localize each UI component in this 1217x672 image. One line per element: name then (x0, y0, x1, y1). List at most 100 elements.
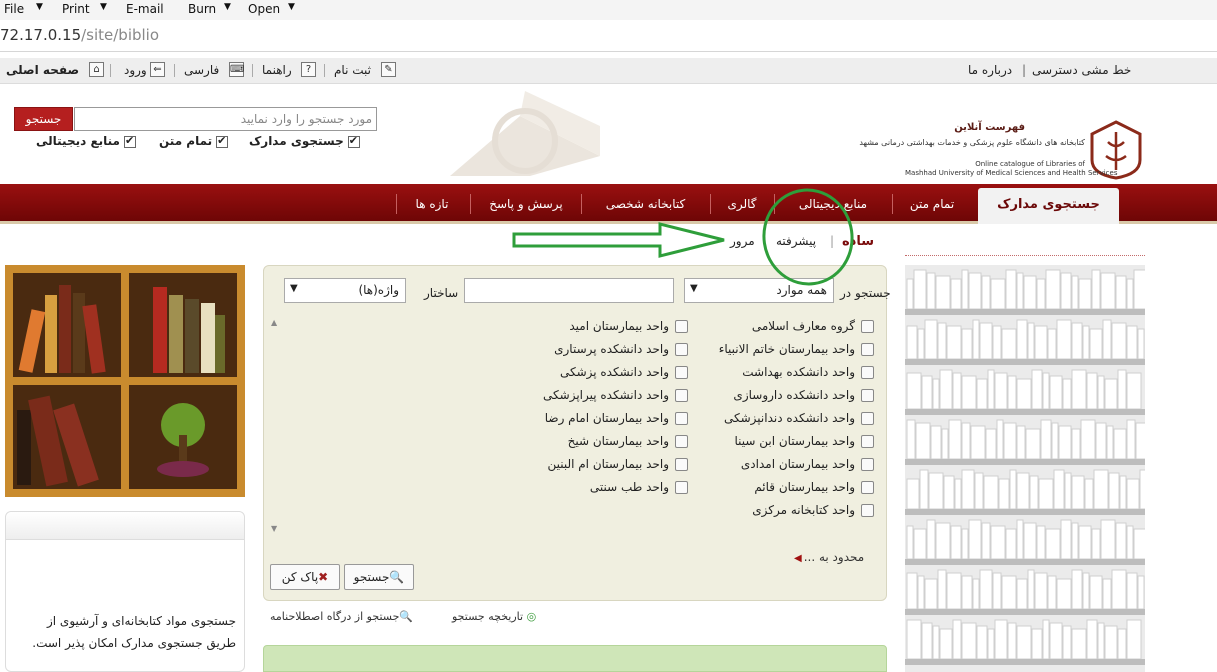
scope-fulltext[interactable]: تمام متن (159, 134, 229, 148)
chevron-down-icon[interactable]: ▼ (690, 283, 698, 294)
unit-checkbox-item[interactable]: واحد طب سنتی (590, 480, 688, 494)
chevron-down-icon[interactable]: ▼ (290, 283, 298, 294)
unit-label: واحد دانشکده پیراپزشکی (543, 388, 669, 402)
checkbox-icon[interactable] (675, 435, 688, 448)
checkbox-icon[interactable] (675, 458, 688, 471)
unit-checkbox-item[interactable]: واحد دانشکده دندانپزشکی (724, 411, 874, 425)
checkbox-icon[interactable] (861, 481, 874, 494)
tab-qa[interactable]: پرسش و پاسخ (473, 184, 579, 224)
unit-label: واحد بیمارستان امید (569, 319, 669, 333)
nav-divider (581, 194, 582, 214)
tab-personal-library[interactable]: کتابخانه شخصی (584, 184, 707, 224)
menu-burn[interactable]: Burn (188, 2, 216, 16)
logo-subtitle-fa: کتابخانه های دانشگاه علوم پزشکی و خدمات … (859, 138, 1085, 147)
scroll-up-icon[interactable]: ▲ (271, 318, 277, 327)
unit-checkbox-item[interactable]: واحد دانشکده پیراپزشکی (543, 388, 688, 402)
unit-label: واحد طب سنتی (589, 480, 669, 494)
checkbox-icon[interactable] (675, 412, 688, 425)
bookshelf-illustration (905, 265, 1145, 672)
unit-checkbox-item[interactable]: واحد بیمارستان ام البنین (547, 457, 688, 471)
checkbox-icon[interactable] (216, 134, 229, 148)
unit-checkbox-item[interactable]: واحد بیمارستان ابن سینا (734, 434, 874, 448)
checkbox-icon[interactable] (861, 504, 874, 517)
logo-title: فهرست آنلاین (954, 122, 1025, 133)
chevron-down-icon[interactable]: ▼ (288, 2, 295, 12)
unit-checkbox-item[interactable]: واحد دانشکده پزشکی (560, 365, 688, 379)
unit-checkbox-item[interactable]: واحد بیمارستان امدادی (741, 457, 874, 471)
subtab-browse[interactable]: مرور (730, 234, 755, 248)
help-icon[interactable]: ? (301, 62, 316, 77)
help-link[interactable]: راهنما (262, 63, 292, 77)
home-icon[interactable]: ⌂ (89, 62, 104, 77)
unit-label: واحد بیمارستان شیخ (567, 434, 669, 448)
history-icon: ◎ (526, 610, 537, 623)
limit-to-label[interactable]: محدود به ...◀ (794, 550, 864, 564)
checkbox-icon[interactable] (861, 366, 874, 379)
unit-label: واحد دانشکده داروسازی (733, 388, 855, 402)
checkbox-icon[interactable] (123, 134, 136, 148)
chevron-down-icon[interactable]: ▼ (224, 2, 231, 12)
login-link[interactable]: ورود (124, 63, 147, 77)
menu-email[interactable]: E-mail (126, 2, 164, 16)
clear-button[interactable]: ✖پاک کن (270, 564, 340, 590)
search-in-label: جستجو در (840, 286, 891, 300)
unit-checkbox-item[interactable]: واحد بیمارستان خاتم الانبیاء (719, 342, 874, 356)
checkbox-icon[interactable] (861, 458, 874, 471)
toolbar-divider (174, 64, 175, 77)
unit-checkbox-item[interactable]: واحد دانشکده بهداشت (742, 365, 874, 379)
unit-checkbox-item[interactable]: واحد بیمارستان امام رضا (545, 411, 688, 425)
unit-checkbox-item[interactable]: گروه معارف اسلامی (752, 319, 874, 333)
chevron-down-icon[interactable]: ▼ (36, 2, 43, 12)
unit-checkbox-item[interactable]: واحد بیمارستان قائم (754, 480, 874, 494)
toolbar-divider (252, 64, 253, 77)
search-button[interactable]: جستجو (14, 107, 73, 131)
checkbox-icon[interactable] (675, 366, 688, 379)
chevron-down-icon[interactable]: ▼ (100, 2, 107, 12)
scope-digital[interactable]: منابع دیجیتالی (36, 134, 136, 148)
triangle-left-icon[interactable]: ◀ (794, 553, 802, 564)
checkbox-icon[interactable] (861, 389, 874, 402)
about-link[interactable]: درباره ما (968, 63, 1012, 77)
unit-checkbox-item[interactable]: واحد دانشکده داروسازی (733, 388, 874, 402)
checkbox-icon[interactable] (675, 343, 688, 356)
scope-documents[interactable]: جستجوی مدارک (249, 134, 360, 148)
checkbox-icon[interactable] (861, 320, 874, 333)
checkbox-icon[interactable] (347, 134, 360, 148)
register-link[interactable]: ثبت نام (334, 63, 371, 77)
checkbox-icon[interactable] (675, 320, 688, 333)
tab-document-search[interactable]: جستجوی مدارک (978, 188, 1119, 224)
checkbox-icon[interactable] (675, 389, 688, 402)
book-watermark-icon (450, 91, 600, 176)
menu-file[interactable]: File (4, 2, 24, 16)
search-submit-button[interactable]: 🔍جستجو (344, 564, 414, 590)
search-history-link[interactable]: ◎ تاریخچه جستجو (452, 610, 536, 623)
search-input[interactable] (74, 107, 377, 131)
accessibility-link[interactable]: خط مشی دسترسی (1032, 63, 1131, 77)
keyboard-icon[interactable]: ⌨ (229, 62, 244, 77)
edit-icon[interactable]: ✎ (381, 62, 396, 77)
unit-checkbox-item[interactable]: واحد کتابخانه مرکزی (752, 503, 874, 517)
scroll-down-icon[interactable]: ▼ (271, 524, 277, 533)
checkbox-icon[interactable] (861, 343, 874, 356)
unit-checkbox-item[interactable]: واحد بیمارستان امید (569, 319, 688, 333)
annotation-arrow-icon (512, 222, 725, 258)
magnifier-icon: 🔍 (399, 610, 414, 623)
home-link[interactable]: صفحه اصلی (6, 63, 79, 77)
tab-fulltext[interactable]: تمام متن (893, 184, 971, 224)
login-icon[interactable]: ⇐ (150, 62, 165, 77)
words-select[interactable]: واژه(ها) ▼ (284, 278, 406, 303)
menu-open[interactable]: Open (248, 2, 280, 16)
thesaurus-search-link[interactable]: 🔍جستجو از درگاه اصطلاحنامه (270, 610, 413, 623)
browser-menu-bar: File ▼ Print ▼ E-mail Burn ▼ Open ▼ (0, 0, 1217, 20)
menu-print[interactable]: Print (62, 2, 90, 16)
checkbox-icon[interactable] (675, 481, 688, 494)
structure-input[interactable] (464, 278, 674, 303)
unit-checkbox-item[interactable]: واحد دانشکده پرستاری (554, 342, 688, 356)
checkbox-icon[interactable] (861, 412, 874, 425)
language-link[interactable]: فارسی (184, 63, 219, 77)
unit-checkbox-item[interactable]: واحد بیمارستان شیخ (568, 434, 688, 448)
checkbox-icon[interactable] (861, 435, 874, 448)
tab-news[interactable]: تازه ها (397, 184, 467, 224)
address-url[interactable]: 72.17.0.15/site/biblio (0, 26, 159, 44)
address-bar[interactable]: 72.17.0.15/site/biblio (0, 20, 1217, 52)
